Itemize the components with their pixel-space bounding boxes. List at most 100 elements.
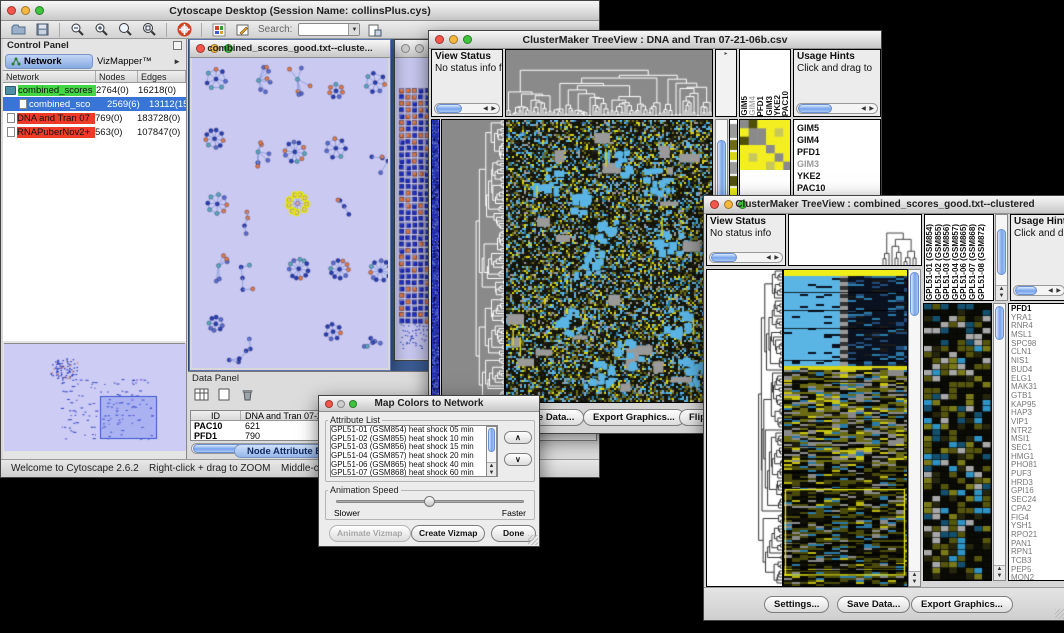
network-canvas[interactable] [192, 58, 388, 368]
search-dropdown-icon[interactable]: ▼ [348, 24, 359, 35]
move-up-button[interactable]: ∧ [504, 431, 532, 444]
usage-hints-panel: Usage Hints Click and drag to ◀ ▶ [793, 49, 881, 117]
new-attribute-icon[interactable] [215, 386, 233, 402]
gene-list-item[interactable]: PAC10 [797, 182, 880, 194]
resize-grip[interactable] [1055, 609, 1064, 619]
network-list-row[interactable]: combined_scores 2764(0) 16218(0) [3, 83, 186, 97]
network-list-row[interactable]: combined_sco 2569(6) 13112(15) [3, 97, 186, 111]
tab-network[interactable]: Network [5, 54, 93, 69]
annotation-icon[interactable] [234, 22, 252, 38]
array-labels-panel: GIM5GIM4PFD1GIM3YKE2PAC10 [739, 49, 791, 117]
labels-vscrollbar[interactable]: ▲▼ [995, 214, 1008, 301]
network-view-window[interactable]: combined_scores_good.txt--cluste... [189, 39, 391, 371]
help-lifebuoy-icon[interactable] [175, 22, 193, 38]
create-vizmap-button[interactable]: Create Vizmap [411, 525, 485, 542]
treeview-combined-buttonbar: Settings... Save Data... Export Graphics… [704, 587, 1064, 620]
minimize-icon[interactable] [415, 44, 424, 53]
usage-hints-panel: Usage Hints Click and drag to ◀ ▶ [1010, 214, 1064, 301]
network-item-icon [7, 127, 15, 137]
column-dendrogram[interactable] [788, 214, 922, 266]
global-overview-strip[interactable] [431, 119, 440, 403]
network-list-row[interactable]: DNA and Tran 07 769(0) 183728(0) [3, 111, 186, 125]
view-status-panel: View Status No status info ◀ ▶ [706, 214, 786, 266]
animate-vizmap-button[interactable]: Animate Vizmap [329, 525, 411, 542]
status-hint-zoom: Right-click + drag to ZOOM [149, 463, 270, 474]
attribute-list-label: Attribute List [328, 415, 382, 425]
move-down-button[interactable]: ∨ [504, 453, 532, 466]
column-dendrogram[interactable] [505, 49, 713, 117]
detail-vscrollbar[interactable]: ▲▼ [993, 303, 1006, 581]
attribute-list-vscrollbar[interactable]: ▲▼ [486, 426, 497, 477]
view-status-panel: View Status No status info f ◀ ▶ [431, 49, 503, 117]
network-list-header[interactable]: Network Nodes Edges [3, 71, 186, 83]
gene-list-item[interactable]: GIM5 [797, 122, 880, 134]
network-tab-icon [11, 57, 21, 66]
heatmap-vscrollbar[interactable]: ▲▼ [908, 269, 921, 587]
view-status-hscrollbar[interactable]: ◀ ▶ [709, 252, 783, 263]
export-graphics-button[interactable]: Export Graphics... [911, 596, 1013, 613]
resize-grip[interactable] [528, 535, 538, 545]
tab-vizmapper[interactable]: VizMapper™ [97, 56, 152, 67]
attribute-listbox[interactable]: GPL51-01 (GSM854) heat shock 05 minGPL51… [330, 425, 498, 477]
row-dendrogram[interactable] [706, 269, 783, 587]
tabs-overflow-arrow[interactable]: ► [173, 57, 184, 66]
delete-attribute-icon[interactable] [238, 386, 256, 402]
map-dialog-title: Map Colors to Network [319, 398, 539, 409]
search-input[interactable]: ▼ [298, 23, 360, 36]
heatmap-main[interactable] [783, 269, 908, 587]
main-titlebar[interactable]: Cytoscape Desktop (Session Name: collins… [1, 1, 599, 21]
usage-hints-hscrollbar[interactable]: ◀ ▶ [1013, 285, 1064, 296]
scroll-corner: ▸ [715, 49, 737, 117]
network-view-title: combined_scores_good.txt--cluste... [190, 43, 390, 54]
gene-list-item[interactable]: YKE2 [797, 170, 880, 182]
slower-label: Slower [334, 508, 360, 518]
slider-thumb[interactable] [424, 496, 435, 507]
background-network-canvas[interactable] [396, 58, 431, 358]
toolbar-separator [201, 23, 202, 37]
close-icon[interactable] [401, 44, 410, 53]
toolbar-separator [59, 23, 60, 37]
zoom-selected-icon[interactable] [140, 22, 158, 38]
settings-button[interactable]: Settings... [764, 596, 829, 613]
treeview-combined-window: ClusterMaker TreeView : combined_scores_… [703, 195, 1064, 621]
gene-list-panel[interactable]: PFD1YRA1RNR4MSL1SPC98CLN1NIS1BUD4ELG1MAK… [1008, 303, 1064, 581]
network-list-row[interactable]: RNAPuberNov2+ 563(0) 107847(0) [3, 125, 186, 139]
array-label: GPL51-01 (GSM854) [926, 224, 935, 300]
gene-list-item[interactable]: PFD1 [797, 146, 880, 158]
network-item-icon [7, 113, 15, 123]
heatmap-main[interactable] [505, 119, 713, 403]
treeview-combined-titlebar[interactable]: ClusterMaker TreeView : combined_scores_… [704, 196, 1064, 214]
attribute-list-item[interactable]: GPL51-07 (GSM868) heat shock 60 min [331, 469, 497, 477]
zoom-in-icon[interactable] [92, 22, 110, 38]
network-view-titlebar[interactable]: combined_scores_good.txt--cluste... [190, 40, 390, 58]
network-item-icon [19, 99, 27, 109]
animation-speed-label: Animation Speed [328, 485, 401, 495]
save-icon[interactable] [33, 22, 51, 38]
array-label: GPL51-08 (GSM872) [978, 224, 987, 300]
save-data-button[interactable]: Save Data... [837, 596, 910, 613]
treeview-dna-title: ClusterMaker TreeView : DNA and Tran 07-… [429, 34, 881, 46]
map-dialog-titlebar[interactable]: Map Colors to Network [319, 396, 539, 412]
zoom-fit-icon[interactable] [116, 22, 134, 38]
row-dendrogram[interactable] [441, 119, 505, 403]
zoom-detail-heatmap[interactable] [923, 303, 992, 581]
treeview-combined-title: ClusterMaker TreeView : combined_scores_… [704, 199, 1064, 210]
map-colors-dialog: Map Colors to Network Attribute List GPL… [318, 395, 540, 547]
export-graphics-button[interactable]: Export Graphics... [583, 409, 685, 426]
open-folder-icon[interactable] [9, 22, 27, 38]
network-overview[interactable] [4, 343, 185, 451]
zoom-out-icon[interactable] [68, 22, 86, 38]
plugin-manager-icon[interactable] [366, 22, 384, 38]
array-label: GIM3 [766, 96, 774, 116]
gene-list-item[interactable]: GIM4 [797, 134, 880, 146]
gene-list-item[interactable]: GIM3 [797, 158, 880, 170]
animation-speed-slider[interactable] [336, 500, 524, 503]
float-panel-icon[interactable] [173, 41, 182, 50]
usage-hints-hscrollbar[interactable]: ◀ ▶ [796, 103, 878, 114]
vizmapper-icon[interactable] [210, 22, 228, 38]
select-attributes-icon[interactable] [192, 386, 210, 402]
gene-list-item[interactable]: MON2 [1011, 574, 1064, 581]
view-status-hscrollbar[interactable]: ◀ ▶ [434, 103, 500, 114]
control-panel: Control Panel Network VizMapper™ ► Netwo… [3, 39, 187, 459]
treeview-dna-titlebar[interactable]: ClusterMaker TreeView : DNA and Tran 07-… [429, 31, 881, 49]
